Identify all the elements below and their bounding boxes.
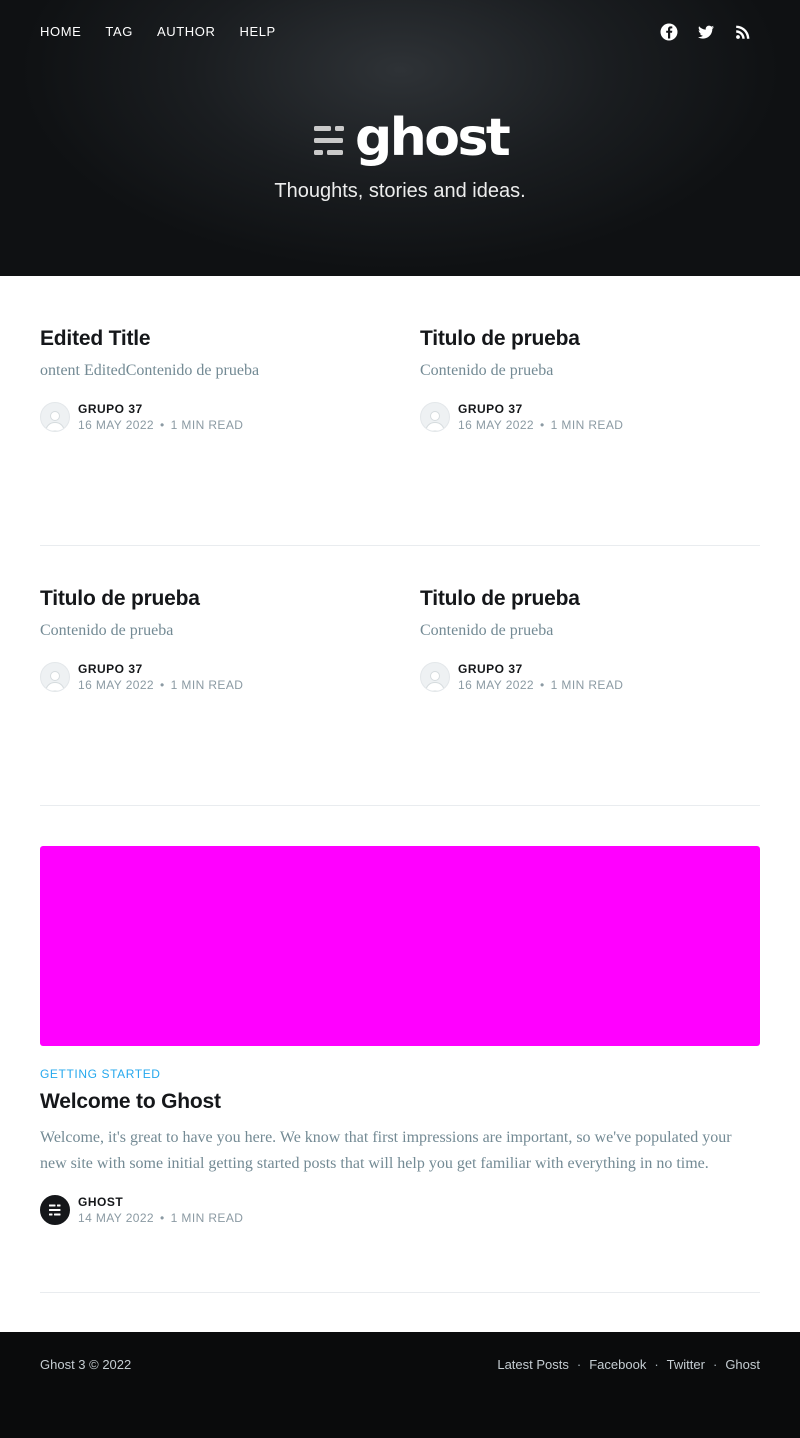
post-read-time: 1 MIN READ (170, 418, 244, 432)
post-date-line: 16 MAY 2022 • 1 MIN READ (458, 677, 623, 693)
social-links (641, 23, 752, 41)
post-row: Edited Title ontent EditedContenido de p… (40, 276, 760, 546)
author-name[interactable]: GHOST (78, 1194, 243, 1210)
footer-separator: · (576, 1357, 582, 1372)
post-meta-text: GRUPO 37 16 MAY 2022 • 1 MIN READ (458, 401, 623, 433)
post-date: 16 MAY 2022 (78, 678, 155, 692)
site-footer: Ghost 3 © 2022 Latest Posts · Facebook ·… (0, 1332, 800, 1438)
post-card[interactable]: Edited Title ontent EditedContenido de p… (40, 326, 380, 545)
author-avatar-icon[interactable] (420, 662, 450, 692)
site-header: HOME TAG AUTHOR HELP ghost Thoughts, sto… (0, 0, 800, 276)
author-avatar-icon[interactable] (40, 662, 70, 692)
post-meta-text: GRUPO 37 16 MAY 2022 • 1 MIN READ (458, 661, 623, 693)
post-meta-text: GRUPO 37 16 MAY 2022 • 1 MIN READ (78, 401, 243, 433)
post-card[interactable]: Titulo de prueba Contenido de prueba GRU… (40, 586, 380, 805)
meta-separator: • (160, 1211, 165, 1225)
post-date: 16 MAY 2022 (458, 678, 535, 692)
post-meta: GRUPO 37 16 MAY 2022 • 1 MIN READ (420, 661, 760, 693)
post-read-time: 1 MIN READ (170, 1211, 244, 1225)
post-excerpt[interactable]: Contenido de prueba (420, 621, 760, 641)
post-feed: Edited Title ontent EditedContenido de p… (40, 276, 760, 1293)
rss-icon[interactable] (734, 23, 752, 41)
footer-nav: Latest Posts · Facebook · Twitter · Ghos… (497, 1357, 760, 1373)
site-logo[interactable]: ghost (314, 108, 511, 168)
post-date: 14 MAY 2022 (78, 1211, 155, 1225)
meta-separator: • (160, 418, 165, 432)
author-avatar-icon[interactable] (420, 402, 450, 432)
post-title[interactable]: Welcome to Ghost (40, 1089, 760, 1115)
post-title[interactable]: Titulo de prueba (40, 586, 380, 612)
post-title[interactable]: Titulo de prueba (420, 586, 760, 612)
footer-link-ghost[interactable]: Ghost (725, 1357, 760, 1373)
site-tagline: Thoughts, stories and ideas. (274, 180, 526, 202)
post-read-time: 1 MIN READ (550, 418, 624, 432)
post-read-time: 1 MIN READ (170, 678, 244, 692)
facebook-icon[interactable] (660, 23, 678, 41)
nav-author-link[interactable]: AUTHOR (157, 24, 216, 40)
post-excerpt[interactable]: Welcome, it's great to have you here. We… (40, 1125, 740, 1176)
author-avatar-icon[interactable] (40, 402, 70, 432)
post-date-line: 14 MAY 2022 • 1 MIN READ (78, 1210, 243, 1226)
footer-separator: · (654, 1357, 659, 1372)
post-tag[interactable]: GETTING STARTED (40, 1067, 760, 1081)
footer-separator: · (712, 1357, 718, 1372)
post-meta: GRUPO 37 16 MAY 2022 • 1 MIN READ (420, 401, 760, 433)
post-meta: GRUPO 37 16 MAY 2022 • 1 MIN READ (40, 661, 380, 693)
footer-link-latest-posts[interactable]: Latest Posts (497, 1357, 569, 1373)
post-excerpt[interactable]: Contenido de prueba (420, 361, 760, 381)
post-meta-text: GHOST 14 MAY 2022 • 1 MIN READ (78, 1194, 243, 1226)
post-meta: GHOST 14 MAY 2022 • 1 MIN READ (40, 1194, 760, 1226)
footer-link-twitter[interactable]: Twitter (667, 1357, 705, 1373)
post-card[interactable]: Titulo de prueba Contenido de prueba GRU… (420, 326, 760, 545)
post-title[interactable]: Titulo de prueba (420, 326, 760, 352)
main-nav: HOME TAG AUTHOR HELP (40, 24, 300, 40)
author-name[interactable]: GRUPO 37 (458, 661, 623, 677)
nav-home-link[interactable]: HOME (40, 24, 81, 40)
post-read-time: 1 MIN READ (550, 678, 624, 692)
nav-tag-link[interactable]: TAG (105, 24, 133, 40)
footer-link-facebook[interactable]: Facebook (589, 1357, 646, 1373)
post-date: 16 MAY 2022 (78, 418, 155, 432)
post-date-line: 16 MAY 2022 • 1 MIN READ (78, 417, 243, 433)
logo-wordmark: ghost (355, 108, 511, 168)
author-name[interactable]: GRUPO 37 (78, 401, 243, 417)
meta-separator: • (160, 678, 165, 692)
post-meta: GRUPO 37 16 MAY 2022 • 1 MIN READ (40, 401, 380, 433)
post-excerpt[interactable]: ontent EditedContenido de prueba (40, 361, 380, 381)
feature-image[interactable] (40, 846, 760, 1046)
post-card[interactable]: Titulo de prueba Contenido de prueba GRU… (420, 586, 760, 805)
post-meta-text: GRUPO 37 16 MAY 2022 • 1 MIN READ (78, 661, 243, 693)
twitter-icon[interactable] (697, 23, 715, 41)
meta-separator: • (540, 418, 545, 432)
post-row: Titulo de prueba Contenido de prueba GRU… (40, 546, 760, 806)
nav-help-link[interactable]: HELP (239, 24, 275, 40)
post-date-line: 16 MAY 2022 • 1 MIN READ (458, 417, 623, 433)
ghost-avatar-icon[interactable] (40, 1195, 70, 1225)
meta-separator: • (540, 678, 545, 692)
ghost-logo-icon (314, 126, 345, 158)
author-name[interactable]: GRUPO 37 (458, 401, 623, 417)
post-date-line: 16 MAY 2022 • 1 MIN READ (78, 677, 243, 693)
post-excerpt[interactable]: Contenido de prueba (40, 621, 380, 641)
post-date: 16 MAY 2022 (458, 418, 535, 432)
featured-post-card[interactable]: GETTING STARTED Welcome to Ghost Welcome… (40, 806, 760, 1293)
author-name[interactable]: GRUPO 37 (78, 661, 243, 677)
footer-copyright: Ghost 3 © 2022 (40, 1357, 132, 1372)
post-title[interactable]: Edited Title (40, 326, 380, 352)
